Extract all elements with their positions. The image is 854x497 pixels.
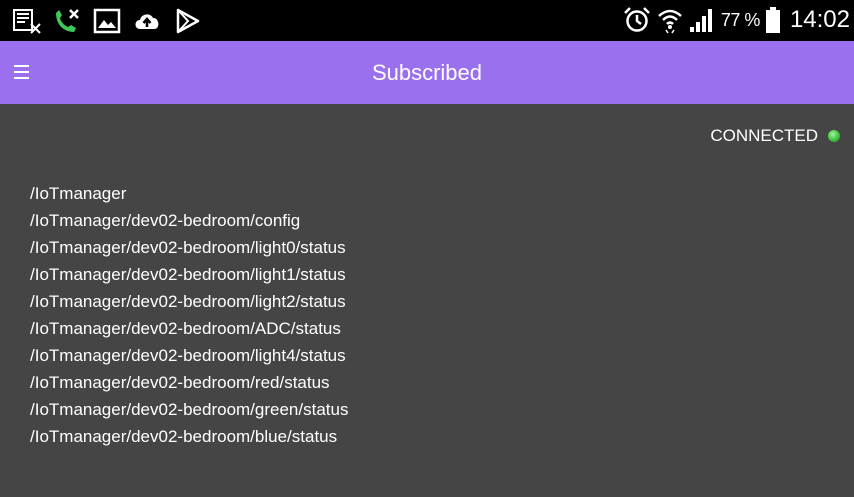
status-bar-notification-icons [12, 6, 202, 36]
topic-item[interactable]: /IoTmanager/dev02-bedroom/green/status [30, 396, 348, 423]
status-bar-clock: 14:02 [789, 6, 850, 33]
app-bar: Subscribed [0, 41, 854, 104]
battery-icon [765, 7, 780, 33]
signal-icon [689, 9, 712, 32]
topic-item[interactable]: /IoTmanager/dev02-bedroom/light1/status [30, 261, 348, 288]
connection-status-label: CONNECTED [710, 126, 818, 145]
topic-item[interactable]: /IoTmanager/dev02-bedroom/light4/status [30, 342, 348, 369]
topic-item[interactable]: /IoTmanager/dev02-bedroom/blue/status [30, 423, 348, 450]
gallery-icon [93, 8, 121, 34]
hamburger-menu-icon [14, 65, 29, 79]
play-store-icon [176, 8, 200, 34]
cloud-upload-icon [135, 14, 159, 29]
subscribed-topics-panel: CONNECTED /IoTmanager /IoTmanager/dev02-… [0, 104, 854, 497]
topic-list: /IoTmanager /IoTmanager/dev02-bedroom/co… [30, 180, 348, 450]
menu-button[interactable] [12, 59, 38, 85]
wifi-icon [658, 9, 682, 34]
missed-call-icon [56, 9, 79, 32]
notification-off-icon [13, 9, 41, 34]
page-title: Subscribed [371, 60, 483, 85]
connection-status: CONNECTED [710, 126, 840, 146]
status-bar: 77 % 14:02 [0, 0, 854, 41]
connection-indicator-icon [828, 130, 840, 142]
battery-percent: 77 % [720, 9, 761, 30]
topic-item[interactable]: /IoTmanager/dev02-bedroom/config [30, 207, 348, 234]
topic-item[interactable]: /IoTmanager [30, 180, 348, 207]
topic-item[interactable]: /IoTmanager/dev02-bedroom/light2/status [30, 288, 348, 315]
topic-item[interactable]: /IoTmanager/dev02-bedroom/ADC/status [30, 315, 348, 342]
topic-item[interactable]: /IoTmanager/dev02-bedroom/light0/status [30, 234, 348, 261]
alarm-icon [624, 7, 650, 32]
status-bar-system-icons: 77 % 14:02 [623, 4, 850, 36]
topic-item[interactable]: /IoTmanager/dev02-bedroom/red/status [30, 369, 348, 396]
